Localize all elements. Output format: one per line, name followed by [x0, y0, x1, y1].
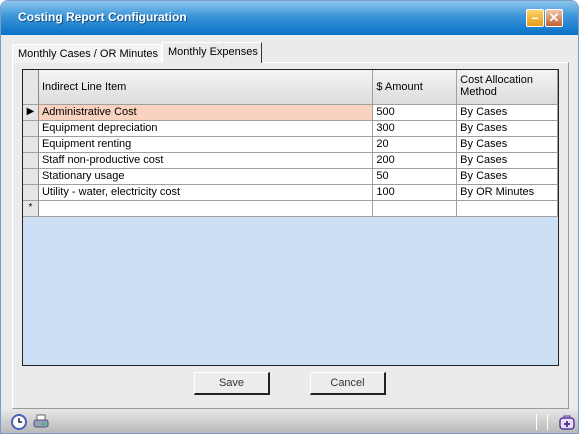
column-header-amount[interactable]: $ Amount — [373, 70, 458, 105]
cell-item[interactable]: Equipment renting — [38, 137, 374, 153]
new-row-asterisk-icon[interactable]: * — [23, 201, 39, 217]
row-header[interactable] — [23, 153, 39, 169]
window-title: Costing Report Configuration — [18, 10, 187, 24]
new-row[interactable]: * — [23, 201, 558, 217]
cell-item[interactable]: Staff non-productive cost — [38, 153, 374, 169]
save-button[interactable]: Save — [194, 372, 270, 395]
cell-method[interactable]: By Cases — [457, 137, 558, 153]
row-header[interactable] — [23, 137, 39, 153]
row-header-corner — [23, 70, 39, 105]
cell-amount[interactable]: 100 — [373, 185, 458, 201]
cell-item[interactable]: Stationary usage — [38, 169, 374, 185]
medical-bag-icon[interactable] — [559, 414, 575, 430]
grid-header: Indirect Line Item $ Amount Cost Allocat… — [23, 70, 558, 105]
table-row[interactable]: Stationary usage 50 By Cases — [23, 169, 558, 185]
cell-amount[interactable]: 200 — [373, 153, 458, 169]
tab-monthly-cases[interactable]: Monthly Cases / OR Minutes — [12, 44, 162, 63]
cell-method[interactable]: By Cases — [457, 169, 558, 185]
current-row-indicator-icon[interactable]: ▶ — [23, 105, 39, 121]
cell-amount[interactable]: 500 — [373, 105, 458, 121]
table-row[interactable]: ▶ Administrative Cost 500 By Cases — [23, 105, 558, 121]
row-header[interactable] — [23, 185, 39, 201]
close-button[interactable]: ✕ — [545, 9, 563, 27]
resize-grip[interactable] — [536, 414, 548, 430]
row-header[interactable] — [23, 121, 39, 137]
cell-item[interactable]: Utility - water, electricity cost — [38, 185, 374, 201]
cell-amount[interactable]: 20 — [373, 137, 458, 153]
row-header[interactable] — [23, 169, 39, 185]
cell-amount[interactable]: 50 — [373, 169, 458, 185]
table-row[interactable]: Staff non-productive cost 200 By Cases — [23, 153, 558, 169]
cell-method[interactable]: By Cases — [457, 105, 558, 121]
column-header-item[interactable]: Indirect Line Item — [38, 70, 374, 105]
column-header-method[interactable]: Cost Allocation Method — [457, 70, 558, 105]
cell-method-new[interactable] — [457, 201, 558, 217]
cell-amount[interactable]: 300 — [373, 121, 458, 137]
status-bar — [1, 409, 578, 433]
clock-icon[interactable] — [11, 414, 27, 430]
cell-item[interactable]: Administrative Cost — [38, 105, 374, 121]
cell-method[interactable]: By OR Minutes — [457, 185, 558, 201]
close-icon: ✕ — [548, 10, 560, 25]
expenses-grid[interactable]: Indirect Line Item $ Amount Cost Allocat… — [22, 69, 559, 366]
cell-item[interactable]: Equipment depreciation — [38, 121, 374, 137]
table-row[interactable]: Utility - water, electricity cost 100 By… — [23, 185, 558, 201]
cancel-button[interactable]: Cancel — [310, 372, 386, 395]
cell-item-new[interactable] — [38, 201, 374, 217]
title-bar[interactable]: Costing Report Configuration – ✕ — [1, 1, 578, 35]
table-row[interactable]: Equipment renting 20 By Cases — [23, 137, 558, 153]
cell-method[interactable]: By Cases — [457, 153, 558, 169]
table-row[interactable]: Equipment depreciation 300 By Cases — [23, 121, 558, 137]
dialog-window: Costing Report Configuration – ✕ Monthly… — [0, 0, 579, 434]
cell-amount-new[interactable] — [373, 201, 458, 217]
cell-method[interactable]: By Cases — [457, 121, 558, 137]
minimize-button[interactable]: – — [526, 9, 544, 27]
tab-monthly-expenses[interactable]: Monthly Expenses — [162, 42, 262, 63]
printer-icon[interactable] — [33, 414, 49, 430]
minimize-icon: – — [531, 10, 539, 25]
